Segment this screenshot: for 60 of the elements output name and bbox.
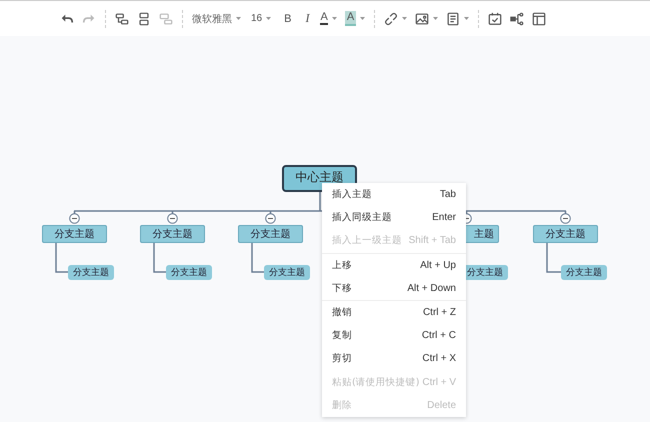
- shortcut-text: Alt + Down: [407, 282, 456, 294]
- caret-icon: [360, 17, 366, 20]
- menu-item-label: 复制: [332, 329, 352, 342]
- image-icon: [415, 12, 430, 26]
- task-icon: [488, 12, 502, 26]
- italic-button[interactable]: I: [298, 8, 316, 29]
- connector-line: [55, 242, 68, 273]
- connector-line: [546, 242, 561, 273]
- collapse-icon[interactable]: [560, 213, 571, 224]
- bold-button[interactable]: B: [277, 10, 298, 28]
- menu-item[interactable]: 撤销 Ctrl + Z: [322, 300, 466, 324]
- menu-item-label: 剪切: [332, 352, 352, 366]
- size-button[interactable]: 16: [245, 10, 278, 27]
- subtopic-node[interactable]: 分支主题: [166, 265, 212, 280]
- menu-item-label: 粘贴(请使用快捷键): [332, 376, 420, 389]
- layout-icon: [532, 12, 546, 26]
- menu-item-label: 下移: [332, 282, 352, 295]
- structure-icon: [510, 12, 524, 26]
- shortcut-text: Ctrl + X: [422, 353, 456, 364]
- menu-item-label: 上移: [332, 258, 352, 272]
- shortcut-text: Alt + Up: [420, 260, 456, 271]
- caret-icon: [433, 17, 438, 20]
- menu-item-label: 插入同级主题: [332, 211, 392, 224]
- subtopic-node[interactable]: 分支主题: [561, 265, 607, 280]
- branch-topic-node[interactable]: 分支主题: [533, 225, 598, 243]
- branch-topic-node[interactable]: 分支主题: [140, 225, 205, 243]
- caret-icon: [236, 17, 241, 20]
- menu-item[interactable]: 复制 Ctrl + C: [322, 324, 466, 348]
- menu-item-label: 插入上一级主题: [332, 234, 402, 248]
- branch-topic-node[interactable]: 分支主题: [238, 225, 303, 243]
- collapse-icon[interactable]: [265, 213, 276, 224]
- caret-icon: [402, 17, 408, 20]
- caret-icon: [266, 17, 272, 20]
- note-icon: [446, 12, 460, 26]
- shortcut-text: Ctrl + V: [422, 376, 456, 388]
- insert-child-icon: [115, 12, 129, 26]
- caret-icon: [464, 17, 470, 20]
- collapse-icon[interactable]: [167, 213, 178, 224]
- font-button[interactable]: 微软雅黑: [188, 8, 245, 28]
- connector-line: [251, 242, 264, 273]
- shortcut-text: Tab: [440, 189, 456, 200]
- caret-icon: [332, 17, 337, 20]
- undo-icon: [60, 12, 74, 26]
- menu-item[interactable]: 剪切 Ctrl + X: [322, 347, 466, 370]
- connector-line: [153, 242, 166, 273]
- menu-item-label: 删除: [332, 398, 352, 412]
- shortcut-text: Ctrl + Z: [422, 307, 456, 318]
- collapse-icon[interactable]: [69, 213, 80, 224]
- shortcut-text: Delete: [427, 400, 456, 411]
- branch-topic-node[interactable]: 分支主题: [42, 225, 107, 243]
- font-color-button[interactable]: A: [316, 9, 341, 28]
- subtopic-node[interactable]: 分支主题: [264, 265, 310, 280]
- subtopic-node[interactable]: 分支主题: [68, 265, 114, 280]
- link-icon: [384, 12, 398, 26]
- insert-parent-icon: [159, 12, 173, 26]
- shortcut-text: Enter: [432, 212, 456, 224]
- insert-sibling-icon: [137, 12, 151, 26]
- menu-item-label: 撤销: [332, 306, 352, 320]
- shortcut-text: Ctrl + C: [422, 330, 456, 342]
- highlight-button[interactable]: A: [340, 8, 370, 29]
